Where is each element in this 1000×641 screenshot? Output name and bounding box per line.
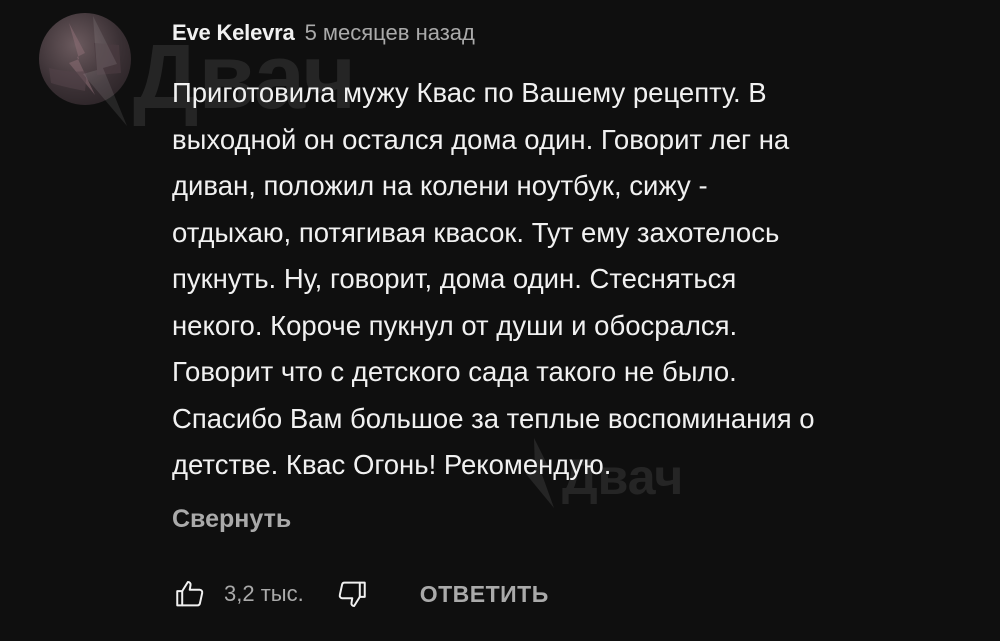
thumb-up-icon xyxy=(176,580,204,607)
comment-timestamp[interactable]: 5 месяцев назад xyxy=(305,20,475,46)
avatar[interactable] xyxy=(39,13,131,105)
reply-button[interactable]: ОТВЕТИТЬ xyxy=(420,581,549,608)
author-name[interactable]: Eve Kelevra xyxy=(172,20,295,46)
dislike-button[interactable] xyxy=(332,574,372,614)
avatar-image xyxy=(49,23,121,95)
comment-actions: 3,2 тыс. ОТВЕТИТЬ xyxy=(170,572,549,616)
comment-header: Eve Kelevra 5 месяцев назад xyxy=(172,20,475,54)
like-button[interactable] xyxy=(170,574,210,614)
comment-text: Приготовила мужу Квас по Вашему рецепту.… xyxy=(172,77,815,480)
thumb-down-icon xyxy=(338,581,366,608)
like-count: 3,2 тыс. xyxy=(224,581,304,606)
collapse-button[interactable]: Свернуть xyxy=(172,505,291,534)
